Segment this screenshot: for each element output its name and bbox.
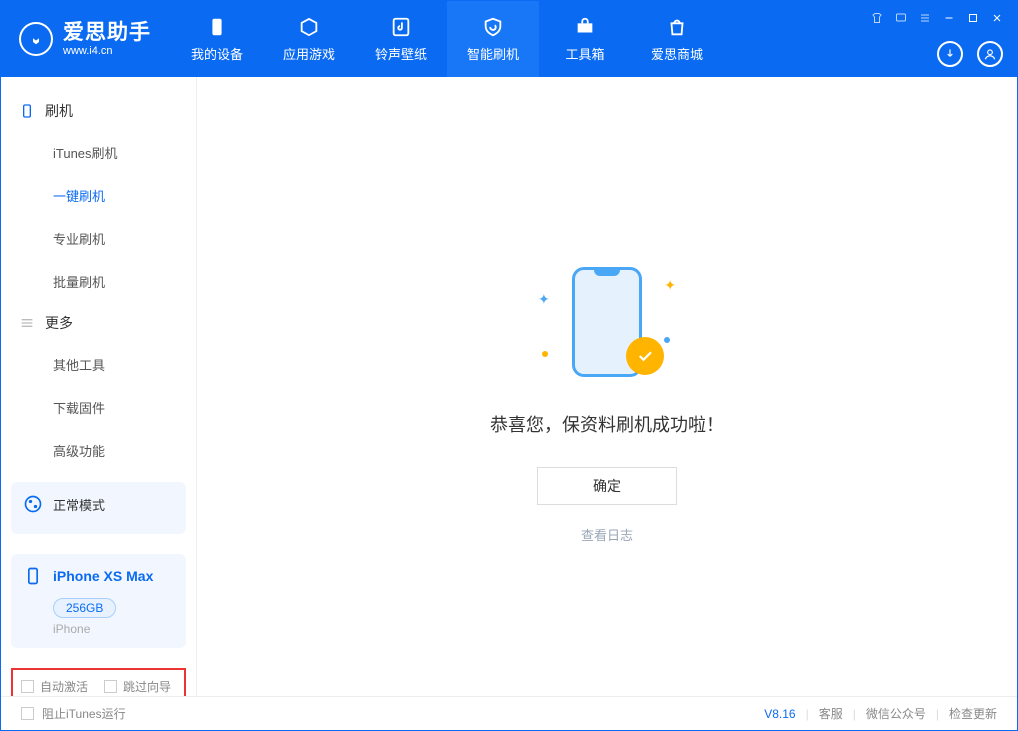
shield-refresh-icon <box>482 16 504 38</box>
tab-store[interactable]: 爱思商城 <box>631 1 723 77</box>
tab-my-device[interactable]: 我的设备 <box>171 1 263 77</box>
confirm-button[interactable]: 确定 <box>537 467 677 505</box>
sidebar-item-download-firmware[interactable]: 下载固件 <box>1 386 196 429</box>
toolbox-icon <box>574 16 596 38</box>
sidebar-item-itunes-flash[interactable]: iTunes刷机 <box>1 131 196 174</box>
app-url: www.i4.cn <box>63 45 151 57</box>
status-bar: 阻止iTunes运行 V8.16 | 客服 | 微信公众号 | 检查更新 <box>1 696 1017 730</box>
checkbox-icon <box>21 680 34 693</box>
cube-icon <box>298 16 320 38</box>
success-illustration: ✦ ✦ <box>532 267 682 387</box>
dot-icon <box>542 351 548 357</box>
footer-link-support[interactable]: 客服 <box>819 705 843 722</box>
app-logo: 爱思助手 www.i4.cn <box>19 1 171 77</box>
logo-icon <box>19 22 53 56</box>
device-info-card[interactable]: iPhone XS Max 256GB iPhone <box>11 554 186 648</box>
dot-icon <box>664 337 670 343</box>
window-quick-icons <box>871 11 1003 29</box>
tab-apps-games[interactable]: 应用游戏 <box>263 1 355 77</box>
tab-ringtones-wallpapers[interactable]: 铃声壁纸 <box>355 1 447 77</box>
bag-icon <box>666 16 688 38</box>
skip-wizard-checkbox[interactable]: 跳过向导 <box>104 678 171 695</box>
music-note-icon <box>390 16 412 38</box>
sidebar-item-pro-flash[interactable]: 专业刷机 <box>1 217 196 260</box>
block-itunes-checkbox[interactable]: 阻止iTunes运行 <box>21 705 126 722</box>
mode-icon <box>23 494 43 514</box>
sidebar: 刷机 iTunes刷机 一键刷机 专业刷机 批量刷机 更多 其他工具 下载固件 … <box>1 77 197 696</box>
checkbox-icon <box>21 707 34 720</box>
auto-activate-checkbox[interactable]: 自动激活 <box>21 678 88 695</box>
sidebar-item-advanced[interactable]: 高级功能 <box>1 429 196 472</box>
footer-link-update[interactable]: 检查更新 <box>949 705 997 722</box>
device-name: iPhone XS Max <box>53 568 153 584</box>
skin-icon[interactable] <box>871 11 883 29</box>
phone-outline-icon <box>23 566 43 586</box>
close-button[interactable] <box>991 11 1003 29</box>
sidebar-item-one-click-flash[interactable]: 一键刷机 <box>1 174 196 217</box>
minimize-button[interactable] <box>943 11 955 29</box>
main-tabs: 我的设备 应用游戏 铃声壁纸 智能刷机 工具箱 爱思商城 <box>171 1 723 77</box>
version-label: V8.16 <box>764 707 795 721</box>
menu-icon[interactable] <box>919 11 931 29</box>
title-bar: 爱思助手 www.i4.cn 我的设备 应用游戏 铃声壁纸 智能刷机 工具箱 爱… <box>1 1 1017 77</box>
sidebar-section-flash: 刷机 <box>1 91 196 131</box>
device-mode-label: 正常模式 <box>53 495 105 514</box>
maximize-button[interactable] <box>967 11 979 29</box>
highlighted-options-box: 自动激活 跳过向导 <box>11 668 186 696</box>
phone-icon <box>206 16 228 38</box>
checkbox-icon <box>104 680 117 693</box>
check-badge-icon <box>626 337 664 375</box>
topbar-action-icons <box>937 41 1003 67</box>
app-name: 爱思助手 <box>63 21 151 44</box>
feedback-icon[interactable] <box>895 11 907 29</box>
footer-link-wechat[interactable]: 微信公众号 <box>866 705 926 722</box>
download-button[interactable] <box>937 41 963 67</box>
success-message: 恭喜您，保资料刷机成功啦！ <box>490 411 724 437</box>
tab-toolbox[interactable]: 工具箱 <box>539 1 631 77</box>
sparkle-icon: ✦ <box>664 277 676 294</box>
tab-smart-flash[interactable]: 智能刷机 <box>447 1 539 77</box>
view-log-link[interactable]: 查看日志 <box>581 525 633 544</box>
list-icon <box>19 315 35 331</box>
sparkle-icon: ✦ <box>538 291 550 308</box>
device-icon <box>19 103 35 119</box>
main-content: ✦ ✦ 恭喜您，保资料刷机成功啦！ 确定 查看日志 <box>197 77 1017 696</box>
sidebar-item-batch-flash[interactable]: 批量刷机 <box>1 260 196 303</box>
sidebar-section-more: 更多 <box>1 303 196 343</box>
device-mode-card: 正常模式 <box>11 482 186 534</box>
account-button[interactable] <box>977 41 1003 67</box>
device-type-label: iPhone <box>53 622 174 636</box>
sidebar-item-other-tools[interactable]: 其他工具 <box>1 343 196 386</box>
device-capacity-badge: 256GB <box>53 598 116 618</box>
